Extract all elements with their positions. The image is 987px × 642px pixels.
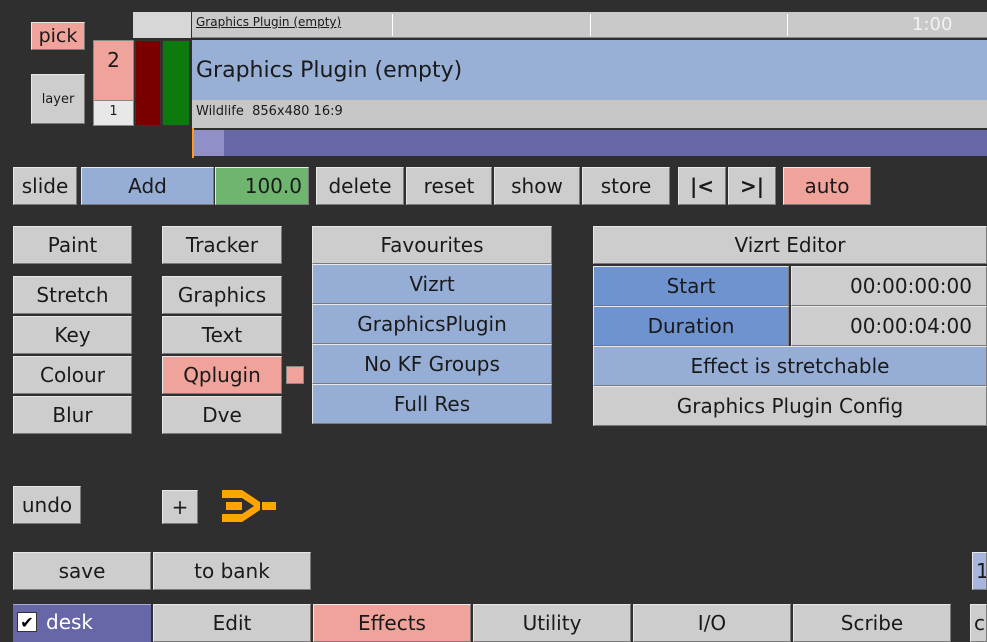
- track-green-indicator[interactable]: [162, 40, 190, 126]
- previous-keyframe-button[interactable]: |<: [678, 167, 726, 205]
- blur-button[interactable]: Blur: [13, 396, 132, 434]
- qplugin-indicator: [286, 366, 304, 384]
- tab-partial[interactable]: c: [970, 604, 987, 642]
- colour-button[interactable]: Colour: [13, 356, 132, 394]
- ruler-tick: [392, 14, 393, 36]
- key-button[interactable]: Key: [13, 316, 132, 354]
- playhead-marker[interactable]: [192, 130, 224, 156]
- layer-number: 2: [107, 48, 120, 72]
- graphics-button[interactable]: Graphics: [162, 276, 282, 314]
- ruler-tick: [590, 14, 591, 36]
- reset-button[interactable]: reset: [406, 167, 492, 205]
- tab-scribe[interactable]: Scribe: [793, 604, 951, 642]
- ruler-tick: [787, 14, 788, 36]
- next-keyframe-button[interactable]: >|: [728, 167, 776, 205]
- duration-timecode[interactable]: 00:00:04:00: [791, 306, 987, 346]
- favourites-header[interactable]: Favourites: [312, 226, 552, 264]
- tab-effects[interactable]: Effects: [313, 604, 471, 642]
- track-gap: [133, 12, 191, 38]
- start-label[interactable]: Start: [593, 266, 789, 306]
- track-red-indicator[interactable]: [135, 40, 161, 126]
- auto-button[interactable]: auto: [783, 167, 871, 205]
- playhead-line: [192, 128, 194, 158]
- tracker-button[interactable]: Tracker: [162, 226, 282, 264]
- favourite-vizrt[interactable]: Vizrt: [312, 264, 552, 304]
- playhead-track[interactable]: [192, 130, 987, 156]
- tab-utility[interactable]: Utility: [473, 604, 631, 642]
- duration-label[interactable]: Duration: [593, 306, 789, 346]
- favourite-full-res[interactable]: Full Res: [312, 384, 552, 424]
- favourite-no-kf-groups[interactable]: No KF Groups: [312, 344, 552, 384]
- stretchable-toggle[interactable]: Effect is stretchable: [593, 346, 987, 386]
- routing-icon[interactable]: [220, 488, 278, 524]
- slide-button[interactable]: slide: [13, 167, 77, 205]
- paint-button[interactable]: Paint: [13, 226, 132, 264]
- layer-button[interactable]: layer: [31, 74, 85, 124]
- qplugin-button[interactable]: Qplugin: [162, 356, 282, 394]
- clip-title: Graphics Plugin (empty): [196, 58, 463, 83]
- time-readout: 1:00: [912, 14, 953, 35]
- show-button[interactable]: show: [494, 167, 580, 205]
- graphics-plugin-config-button[interactable]: Graphics Plugin Config: [593, 386, 987, 426]
- desk-tab-label: desk: [46, 610, 94, 634]
- favourite-graphicsplugin[interactable]: GraphicsPlugin: [312, 304, 552, 344]
- store-button[interactable]: store: [582, 167, 670, 205]
- dve-button[interactable]: Dve: [162, 396, 282, 434]
- undo-button[interactable]: undo: [13, 486, 81, 524]
- sub-layer-number: 1: [109, 104, 118, 119]
- tab-edit[interactable]: Edit: [153, 604, 311, 642]
- partial-right-button[interactable]: 1: [972, 552, 987, 590]
- tab-io[interactable]: I/O: [633, 604, 791, 642]
- ruler-clip-title: Graphics Plugin (empty): [196, 15, 342, 29]
- delete-button[interactable]: delete: [316, 167, 404, 205]
- clip-subtitle: Wildlife 856x480 16:9: [196, 104, 343, 119]
- stretch-button[interactable]: Stretch: [13, 276, 132, 314]
- desk-checkbox[interactable]: ✔: [17, 612, 37, 632]
- plus-button[interactable]: +: [162, 490, 198, 524]
- to-bank-button[interactable]: to bank: [153, 552, 311, 590]
- text-button[interactable]: Text: [162, 316, 282, 354]
- add-keyframe-button[interactable]: Add: [81, 167, 214, 205]
- save-button[interactable]: save: [13, 552, 151, 590]
- start-timecode[interactable]: 00:00:00:00: [791, 266, 987, 306]
- pick-button[interactable]: pick: [31, 22, 85, 50]
- editor-header[interactable]: Vizrt Editor: [593, 226, 987, 264]
- keyframe-value[interactable]: 100.0: [215, 167, 309, 205]
